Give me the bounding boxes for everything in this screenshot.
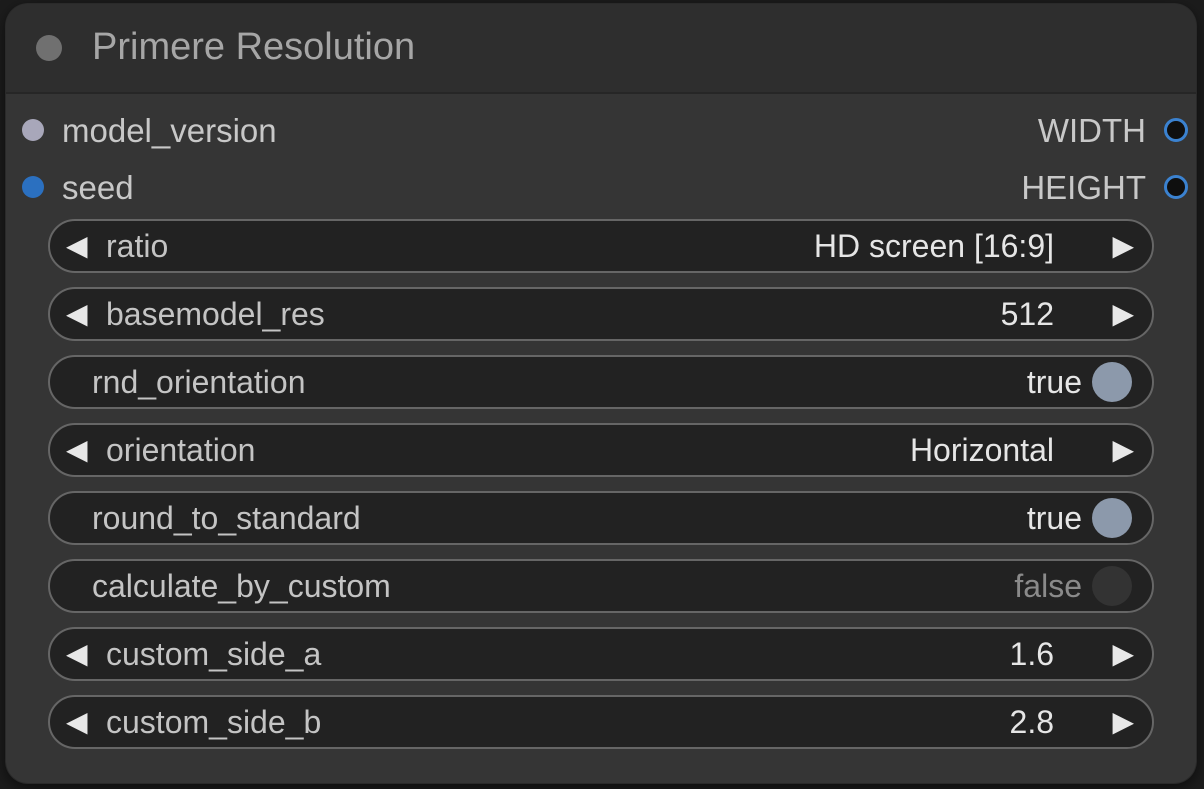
input-connector-icon[interactable] (22, 119, 44, 142)
decrement-arrow-icon[interactable]: ◀ (66, 425, 88, 475)
widget-custom-side-b[interactable]: ◀ custom_side_b 2.8 ▶ (48, 695, 1154, 749)
widget-value: true (1026, 364, 1082, 400)
collapse-dot-icon[interactable] (36, 35, 62, 61)
widget-value[interactable]: Horizontal (910, 425, 1054, 475)
toggle-on-icon[interactable] (1092, 498, 1132, 538)
widget-label: orientation (106, 432, 256, 468)
widget-value[interactable]: 2.8 (1010, 697, 1054, 747)
widget-label: calculate_by_custom (92, 568, 391, 604)
toggle-on-icon[interactable] (1092, 362, 1132, 402)
widget-custom-side-a[interactable]: ◀ custom_side_a 1.6 ▶ (48, 627, 1154, 681)
input-slot-model-version[interactable]: model_version (22, 111, 277, 151)
widget-basemodel-res[interactable]: ◀ basemodel_res 512 ▶ (48, 287, 1154, 341)
output-connector-icon[interactable] (1164, 175, 1188, 200)
node-title: Primere Resolution (92, 26, 416, 68)
decrement-arrow-icon[interactable]: ◀ (66, 629, 88, 679)
widget-ratio[interactable]: ◀ ratio HD screen [16:9] ▶ (48, 219, 1154, 273)
decrement-arrow-icon[interactable]: ◀ (66, 289, 88, 339)
widget-calculate-by-custom[interactable]: calculate_by_custom false (48, 559, 1154, 613)
widget-label: rnd_orientation (92, 364, 306, 400)
primere-resolution-node[interactable]: Primere Resolution model_version seed WI… (6, 4, 1196, 783)
output-slot-width[interactable]: WIDTH (1038, 111, 1188, 151)
decrement-arrow-icon[interactable]: ◀ (66, 221, 88, 271)
increment-arrow-icon[interactable]: ▶ (1112, 221, 1134, 271)
widget-value[interactable]: HD screen [16:9] (814, 221, 1054, 271)
widget-value: false (1014, 568, 1082, 604)
toggle-off-icon[interactable] (1092, 566, 1132, 606)
output-slot-label: HEIGHT (1021, 169, 1146, 206)
widget-rnd-orientation[interactable]: rnd_orientation true (48, 355, 1154, 409)
increment-arrow-icon[interactable]: ▶ (1112, 629, 1134, 679)
widget-value[interactable]: 512 (1001, 289, 1054, 339)
input-slot-label: model_version (62, 112, 277, 149)
increment-arrow-icon[interactable]: ▶ (1112, 289, 1134, 339)
widget-orientation[interactable]: ◀ orientation Horizontal ▶ (48, 423, 1154, 477)
widget-round-to-standard[interactable]: round_to_standard true (48, 491, 1154, 545)
widget-label: ratio (106, 228, 169, 264)
input-slot-seed[interactable]: seed (22, 168, 134, 208)
widget-value: true (1026, 500, 1082, 536)
widget-label: custom_side_b (106, 704, 322, 740)
decrement-arrow-icon[interactable]: ◀ (66, 697, 88, 747)
output-connector-icon[interactable] (1164, 118, 1188, 143)
output-slot-label: WIDTH (1037, 112, 1146, 149)
increment-arrow-icon[interactable]: ▶ (1112, 425, 1134, 475)
input-connector-icon[interactable] (22, 176, 44, 199)
widget-label: round_to_standard (92, 500, 361, 536)
increment-arrow-icon[interactable]: ▶ (1112, 697, 1134, 747)
input-slot-label: seed (62, 169, 134, 206)
node-title-bar[interactable]: Primere Resolution (6, 4, 1196, 94)
widget-label: basemodel_res (106, 296, 325, 332)
output-slot-height[interactable]: HEIGHT (1021, 168, 1188, 208)
widget-label: custom_side_a (106, 636, 322, 672)
widget-value[interactable]: 1.6 (1010, 629, 1054, 679)
